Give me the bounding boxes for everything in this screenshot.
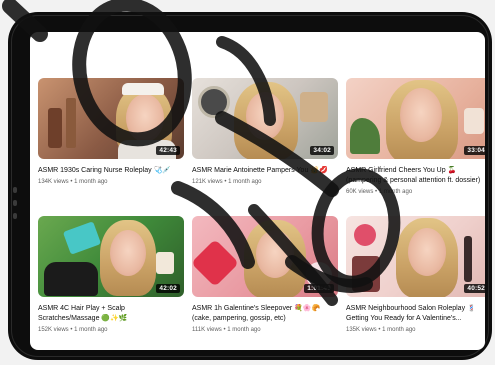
upload-age: 1 month ago: [228, 179, 262, 185]
view-count: 111K views: [192, 327, 222, 333]
video-meta: 111K views • 1 month ago: [192, 326, 338, 335]
thumbnail-bottle-shape: [48, 108, 62, 148]
upload-age: 1 month ago: [74, 327, 108, 333]
video-title[interactable]: ASMR 1h Galentine's Sleepover 💐🌸🥐: [192, 304, 338, 314]
video-title-line-2[interactable]: (pampering & personal attention ft. doss…: [346, 176, 485, 186]
tablet-side-button-2: [13, 200, 17, 206]
video-thumbnail[interactable]: 40:52: [346, 216, 485, 297]
video-meta: 60K views • 1 month ago: [346, 188, 485, 197]
video-card[interactable]: 40:52 ASMR Neighbourhood Salon Roleplay …: [346, 216, 485, 335]
thumbnail-straightener-shape: [464, 236, 472, 282]
video-title-line-2[interactable]: Getting You Ready for A Valentine's...: [346, 314, 485, 324]
view-count: 152K views: [38, 327, 69, 333]
duration-badge: 40:52: [464, 284, 485, 293]
video-thumbnail[interactable]: 34:02: [192, 78, 338, 159]
tablet-side-button-1: [13, 187, 17, 193]
nurse-cap-shape: [122, 83, 164, 95]
thumbnail-prop-shape: [464, 108, 484, 134]
thumbnail-heart-shape: [192, 238, 240, 288]
tablet-frame: 42:43 ASMR 1930s Caring Nurse Roleplay 🩺…: [8, 12, 492, 360]
video-title[interactable]: ASMR Neighbourhood Salon Roleplay 💈: [346, 304, 485, 314]
video-thumbnail[interactable]: 42:43: [38, 78, 184, 159]
thumbnail-jar-shape: [156, 252, 174, 274]
video-meta: 152K views • 1 month ago: [38, 326, 184, 335]
thumbnail-clock-shape: [198, 86, 230, 118]
video-meta: 135K views • 1 month ago: [346, 326, 485, 335]
video-meta: 134K views • 1 month ago: [38, 178, 184, 187]
thumbnail-face-shape: [408, 228, 446, 276]
video-thumbnail[interactable]: 42:02: [38, 216, 184, 297]
upload-age: 1 month ago: [378, 189, 413, 195]
duration-badge: 33:04: [464, 146, 485, 155]
tablet-side-button-3: [13, 213, 17, 219]
video-card[interactable]: 33:04 ASMR Girlfriend Cheers You Up 🍒 (p…: [346, 78, 485, 197]
upload-age: 1 month ago: [74, 179, 108, 185]
view-count: 60K views: [346, 189, 374, 195]
video-card[interactable]: 42:02 ASMR 4C Hair Play + Scalp Scratche…: [38, 216, 184, 335]
video-meta: 121K views • 1 month ago: [192, 178, 338, 187]
thumbnail-bottle-shape: [66, 98, 76, 148]
thumbnail-comb-shape: [62, 221, 102, 255]
duration-badge: 1:01:46: [304, 284, 334, 293]
video-card[interactable]: 34:02 ASMR Marie Antoinette Pampers You …: [192, 78, 338, 187]
upload-age: 1 month ago: [382, 327, 416, 333]
thumbnail-face-shape: [400, 88, 442, 142]
thumbnail-face-shape: [246, 92, 284, 140]
thumbnail-face-shape: [110, 230, 146, 276]
thumbnail-face-shape: [256, 230, 294, 278]
view-count: 135K views: [346, 327, 377, 333]
thumbnail-salon-tools-shape: [352, 256, 380, 292]
video-card[interactable]: 42:43 ASMR 1930s Caring Nurse Roleplay 🩺…: [38, 78, 184, 187]
video-title[interactable]: ASMR 4C Hair Play + Scalp: [38, 304, 184, 314]
view-count: 121K views: [192, 179, 223, 185]
duration-badge: 34:02: [310, 146, 334, 155]
view-count: 134K views: [38, 179, 69, 185]
video-title[interactable]: ASMR 1930s Caring Nurse Roleplay 🩺💉: [38, 166, 184, 176]
video-title[interactable]: ASMR Girlfriend Cheers You Up 🍒: [346, 166, 485, 176]
video-card[interactable]: 1:01:46 ASMR 1h Galentine's Sleepover 💐🌸…: [192, 216, 338, 335]
thumbnail-face-shape: [126, 94, 164, 142]
video-thumbnail[interactable]: 33:04: [346, 78, 485, 159]
video-thumbnail[interactable]: 1:01:46: [192, 216, 338, 297]
upload-age: 1 month ago: [227, 327, 261, 333]
thumbnail-hair-model-shape: [44, 262, 98, 296]
thumbnail-shelf-shape: [300, 92, 328, 122]
tablet-screen: 42:43 ASMR 1930s Caring Nurse Roleplay 🩺…: [30, 32, 485, 350]
video-title-line-2[interactable]: Scratches/Massage 🟢✨🌿: [38, 314, 184, 324]
duration-badge: 42:43: [156, 146, 180, 155]
video-title-line-2[interactable]: (cake, pampering, gossip, etc): [192, 314, 338, 324]
duration-badge: 42:02: [156, 284, 180, 293]
thumbnail-plant-shape: [350, 118, 380, 154]
thumbnail-decor-shape: [354, 224, 376, 246]
video-title[interactable]: ASMR Marie Antoinette Pampers You 👑💋: [192, 166, 338, 176]
